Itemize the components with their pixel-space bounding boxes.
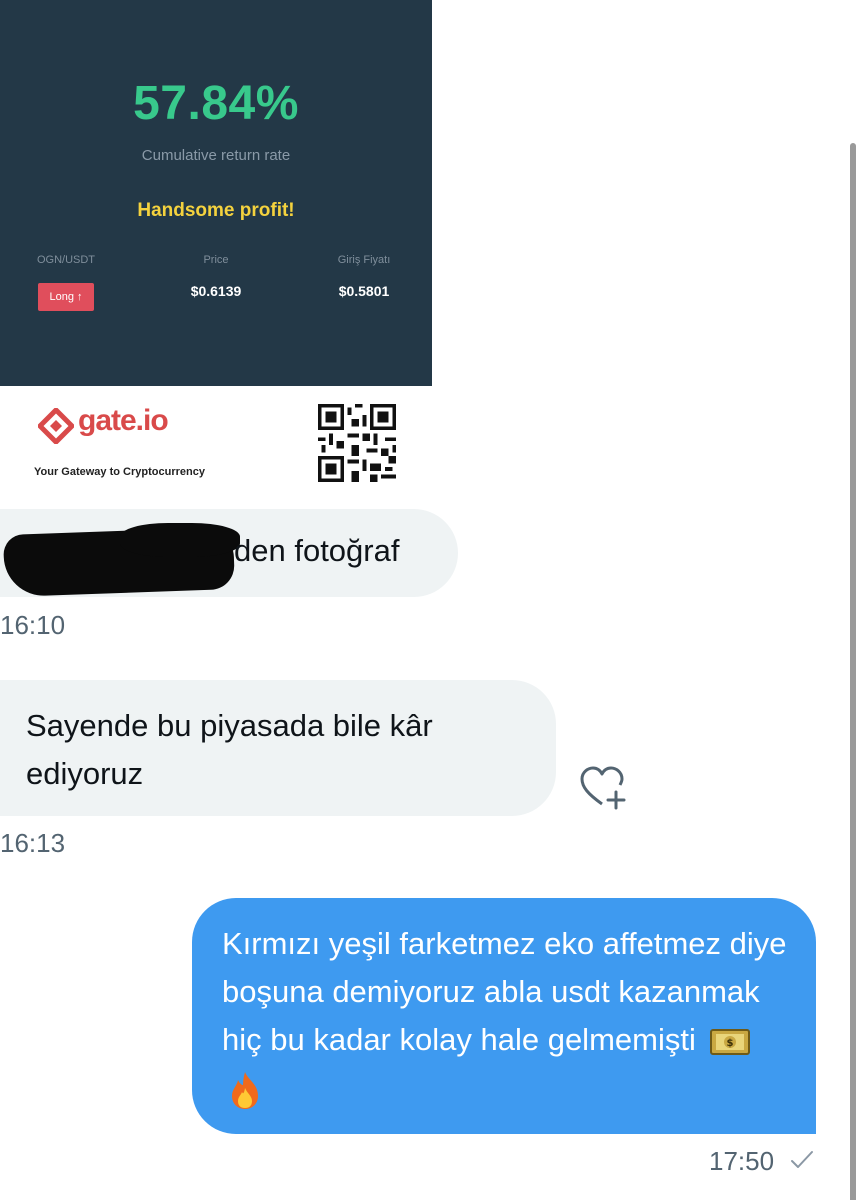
scrollbar[interactable]: [850, 143, 856, 1200]
message-timestamp: 17:50: [709, 1146, 775, 1176]
brand-footer: gate.io Your Gateway to Cryptocurrency: [0, 386, 432, 496]
brand-name: gate.io: [78, 404, 169, 437]
price-header: Price: [203, 254, 229, 266]
profit-label: Handsome profit!: [137, 200, 295, 221]
position-badge: Long ↑: [38, 283, 94, 311]
message-bubble-incoming[interactable]: Sayende bu piyasada bile kâr ediyoruz: [0, 680, 556, 816]
return-percent: 57.84%: [133, 77, 299, 130]
message-text: den fotoğraf: [234, 533, 400, 568]
message-text: Sayende bu piyasada bile kâr ediyoruz: [26, 708, 433, 791]
price-value: $0.6139: [190, 283, 242, 299]
message-text: Kırmızı yeşil farketmez eko affetmez diy…: [222, 926, 787, 1057]
pair-header: OGN/USDT: [36, 254, 96, 266]
return-label: Cumulative return rate: [141, 147, 291, 164]
message-bubble-incoming[interactable]: den fotoğraf: [0, 509, 458, 597]
message-timestamp: 16:10: [0, 610, 66, 640]
money-emoji-icon: $: [710, 1028, 751, 1055]
fire-emoji-icon: [232, 1071, 258, 1109]
svg-text:$: $: [727, 1038, 734, 1049]
return-card: 57.84% Cumulative return rate Handsome p…: [0, 0, 432, 386]
entry-header: Giriş Fiyatı: [337, 254, 391, 266]
heart-plus-icon[interactable]: [580, 766, 630, 810]
message-bubble-outgoing[interactable]: Kırmızı yeşil farketmez eko affetmez diy…: [192, 898, 816, 1134]
message-timestamp: 16:13: [0, 828, 66, 858]
redaction-mark: [120, 523, 240, 557]
gate-logo-icon: [38, 408, 74, 444]
qr-code-icon: [318, 404, 396, 482]
check-icon: [791, 1151, 813, 1168]
brand-tagline: Your Gateway to Cryptocurrency: [34, 466, 205, 478]
entry-value: $0.5801: [338, 283, 390, 299]
